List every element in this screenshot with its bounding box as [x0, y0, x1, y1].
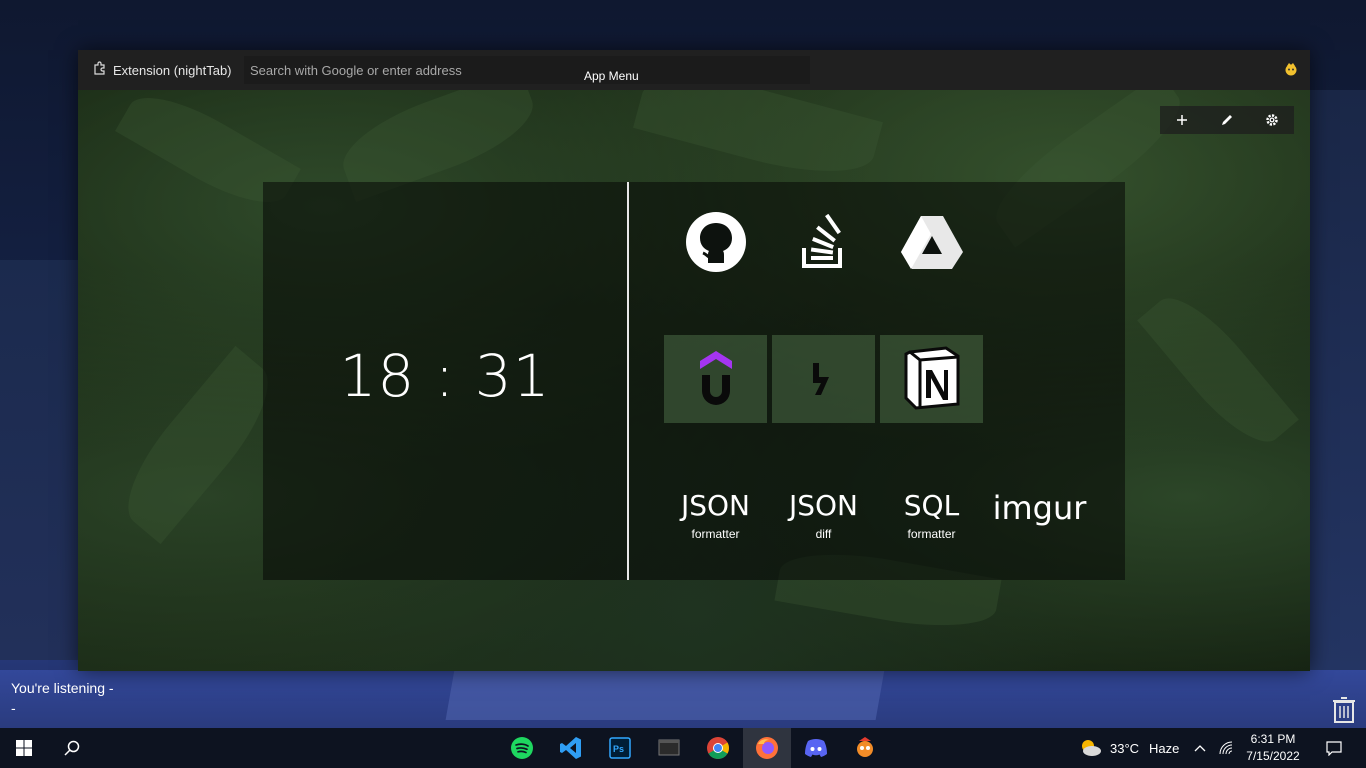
taskbar: Ps 33°C Haze 6:31 PM 7/15/2022 [0, 728, 1366, 768]
weather-temp: 33°C [1110, 740, 1140, 756]
main-panel: 18 : 31 JSON formatter JSON diff SQL for… [263, 182, 1125, 580]
search-button[interactable] [48, 728, 96, 768]
wallpaper-shelf [0, 260, 78, 660]
spotify-icon [511, 737, 533, 759]
google-drive-icon [900, 216, 963, 269]
tile-title: imgur [992, 489, 1087, 527]
add-button[interactable] [1160, 106, 1204, 134]
edit-icon [1221, 115, 1232, 125]
bookmark-notion[interactable] [880, 335, 983, 423]
profile-icon[interactable] [1284, 62, 1298, 79]
vscode-icon [560, 737, 581, 759]
wallpaper-right [1310, 90, 1366, 670]
leaf-decoration [633, 90, 883, 190]
panel-divider [627, 182, 629, 580]
bookmark-udemy[interactable] [664, 335, 767, 423]
bookmark-github[interactable] [664, 198, 767, 286]
notification-button[interactable] [1326, 728, 1342, 768]
photoshop-icon: Ps [609, 737, 631, 759]
tile-subtitle: diff [815, 527, 832, 541]
now-playing-sub: - [11, 700, 16, 716]
tile-subtitle: formatter [907, 527, 956, 541]
leaf-decoration [106, 345, 290, 545]
tile-title: JSON [788, 489, 858, 522]
taskbar-clock[interactable]: 6:31 PM 7/15/2022 [1238, 731, 1308, 765]
page-menu [1160, 106, 1294, 134]
search-icon [64, 740, 80, 756]
tray-overflow-button[interactable] [1194, 728, 1206, 768]
wallpaper-rug [445, 670, 885, 720]
address-input[interactable] [244, 61, 572, 79]
browser-toolbar: Extension (nightTab) App Menu [78, 50, 1310, 90]
tile-subtitle: formatter [691, 527, 740, 541]
chrome-icon [707, 737, 729, 759]
notification-icon [1326, 741, 1342, 756]
extension-identity[interactable]: Extension (nightTab) [78, 50, 232, 90]
clock-display: 18 : 31 [339, 342, 551, 410]
start-button[interactable] [0, 728, 48, 768]
svg-text:Ps: Ps [613, 744, 624, 754]
udemy-icon [699, 351, 732, 405]
now-playing-text: You're listening - [11, 680, 114, 696]
github-icon [685, 212, 746, 272]
puzzle-icon [93, 60, 107, 80]
address-bar[interactable]: App Menu [244, 56, 810, 84]
weather-desc: Haze [1149, 740, 1180, 756]
bookmark-json-formatter[interactable]: JSON formatter [664, 472, 767, 560]
settings-button[interactable] [1250, 106, 1294, 134]
chevron-up-icon [1194, 745, 1206, 752]
bookmark-imgur[interactable]: imgur [988, 464, 1091, 552]
taskbar-terminal[interactable] [645, 728, 693, 768]
edit-button[interactable] [1205, 106, 1249, 134]
taskbar-chrome[interactable] [694, 728, 742, 768]
network-button[interactable] [1219, 728, 1233, 768]
taskbar-time: 6:31 PM [1250, 732, 1296, 746]
taskbar-spotify[interactable] [498, 728, 546, 768]
bookmark-sql-formatter[interactable]: SQL formatter [880, 472, 983, 560]
bookmark-json-diff[interactable]: JSON diff [772, 472, 875, 560]
new-tab-page: 18 : 31 JSON formatter JSON diff SQL for… [78, 90, 1310, 671]
now-playing-widget: You're listening - - [11, 680, 114, 716]
taskbar-photoshop[interactable]: Ps [596, 728, 644, 768]
stackoverflow-icon [801, 214, 842, 268]
weather-widget[interactable]: 33°C Haze [1078, 728, 1179, 768]
taskbar-date: 7/15/2022 [1246, 749, 1300, 763]
notion-icon [904, 346, 959, 410]
tile-title: SQL [903, 489, 960, 522]
taskbar-firefox[interactable] [743, 728, 791, 768]
wifi-icon [1219, 741, 1233, 755]
discord-icon [805, 739, 827, 757]
windows-icon [16, 740, 32, 756]
bookmark-google-drive[interactable] [880, 198, 983, 286]
firefox-icon [756, 737, 778, 759]
bookmark-stackoverflow[interactable] [772, 198, 875, 286]
taskbar-app[interactable] [841, 728, 889, 768]
taskbar-discord[interactable] [792, 728, 840, 768]
weather-haze-icon [1082, 740, 1101, 756]
add-icon [1177, 115, 1188, 125]
settings-icon [1265, 114, 1278, 126]
browser-window: Extension (nightTab) App Menu [78, 50, 1310, 671]
hashnode-icon [812, 363, 829, 395]
bookmark-hashnode[interactable] [772, 335, 875, 423]
tile-title: JSON [680, 489, 750, 522]
leaf-decoration [1137, 281, 1299, 459]
taskbar-vscode[interactable] [547, 728, 595, 768]
app-icon [857, 737, 873, 757]
recycle-bin-icon[interactable] [1332, 697, 1356, 728]
extension-label: Extension (nightTab) [113, 62, 232, 78]
terminal-icon [658, 739, 680, 756]
